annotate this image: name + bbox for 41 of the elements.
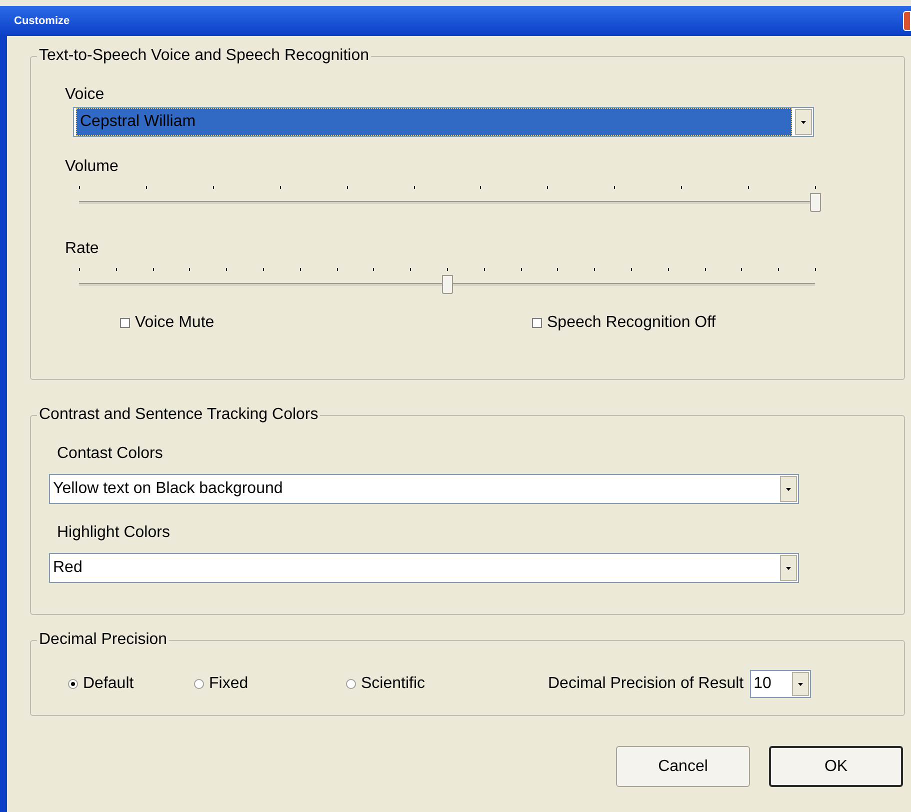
dropdown-value: Red — [53, 558, 82, 578]
radio-button[interactable]: Default — [68, 672, 194, 696]
caret-icon — [798, 682, 803, 686]
dialog-button[interactable]: Cancel — [616, 746, 750, 787]
caret-icon — [786, 488, 791, 490]
radio-circle[interactable] — [68, 679, 78, 689]
group-title: Text-to-Speech Voice and Speech Recognition — [37, 46, 371, 66]
dropdown[interactable]: Yellow text on Black background — [49, 474, 799, 504]
dropdown[interactable]: Red — [49, 553, 799, 583]
dropdown-arrow-button[interactable] — [792, 672, 809, 696]
dropdown-arrow-button[interactable] — [780, 555, 797, 581]
dialog-button[interactable]: OK — [769, 746, 903, 787]
checkbox-label: Speech Recognition Off — [547, 313, 716, 333]
checkbox-box[interactable] — [532, 318, 542, 328]
dropdown-arrow-button[interactable] — [795, 109, 812, 135]
dropdown-arrow-button[interactable] — [780, 476, 797, 502]
radio-button[interactable]: Fixed — [194, 672, 346, 696]
radio-label: Default — [83, 674, 134, 694]
field-label: Voice — [65, 85, 106, 105]
radio-label: Scientific — [361, 674, 426, 694]
group-title: Contrast and Sentence Tracking Colors — [37, 405, 320, 425]
checkbox-box[interactable] — [120, 318, 130, 328]
checkbox-label: Voice Mute — [135, 313, 214, 333]
radio-button[interactable]: Scientific — [346, 672, 548, 696]
slider-thumb[interactable] — [810, 193, 821, 212]
caret-icon — [801, 120, 806, 124]
field-label: Contast Colors — [57, 444, 164, 464]
close-icon[interactable] — [903, 11, 911, 31]
dropdown-value: Yellow text on Black background — [53, 479, 283, 499]
dropdown[interactable]: 10 — [750, 670, 811, 698]
checkbox[interactable]: Speech Recognition Off — [532, 311, 716, 335]
window-title: Customize — [14, 14, 70, 29]
slider-label: Volume — [65, 157, 120, 177]
checkbox[interactable]: Voice Mute — [120, 311, 532, 335]
slider-label: Rate — [65, 239, 100, 259]
field-label: Decimal Precision of Result — [548, 674, 744, 694]
field-label: Highlight Colors — [57, 523, 171, 543]
radio-label: Fixed — [209, 674, 248, 694]
caret-icon — [786, 566, 791, 570]
dropdown-value: 10 — [752, 674, 772, 694]
slider-thumb[interactable] — [442, 275, 453, 294]
